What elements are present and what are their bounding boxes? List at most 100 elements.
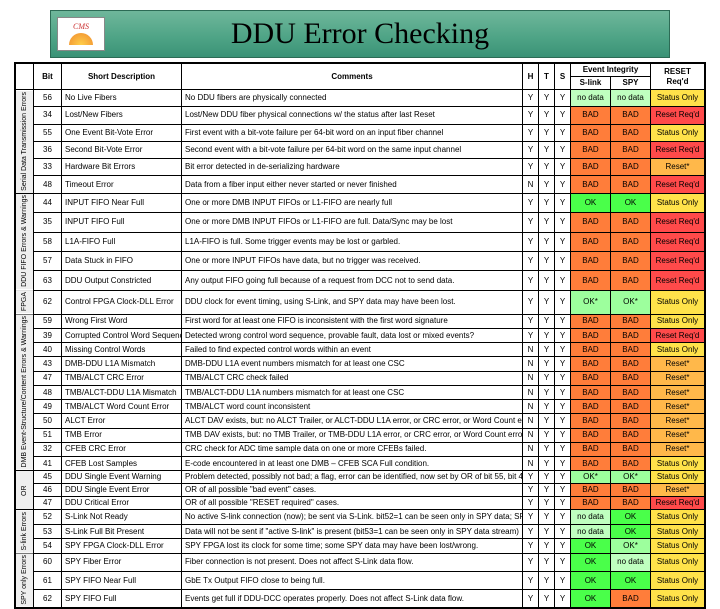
cell-s: Y xyxy=(554,414,570,428)
cell-t: Y xyxy=(538,159,554,176)
hdr-short: Short Description xyxy=(62,64,182,90)
hdr-reset: RESETReq'd xyxy=(651,64,705,90)
cell-s: Y xyxy=(554,357,570,371)
cell-s: Y xyxy=(554,471,570,484)
cell-event-integrity: BAD xyxy=(570,251,610,270)
cell-reset: Status Only xyxy=(651,343,705,357)
cell-t: Y xyxy=(538,107,554,124)
cell-h: Y xyxy=(522,251,538,270)
cell-short: TMB/ALCT Word Count Error xyxy=(62,400,182,414)
cell-spy: BAD xyxy=(610,357,650,371)
cell-h: Y xyxy=(522,497,538,510)
table-row: 55One Event Bit-Vote ErrorFirst event wi… xyxy=(16,124,705,141)
cell-reset: Reset Req'd xyxy=(651,251,705,270)
cell-bit: 54 xyxy=(34,539,62,554)
cell-short: INPUT FIFO Near Full xyxy=(62,193,182,212)
cms-logo: CMS xyxy=(57,17,105,51)
cell-s: Y xyxy=(554,539,570,554)
table-row: 49TMB/ALCT Word Count ErrorTMB/ALCT word… xyxy=(16,400,705,414)
cell-comment: Detected wrong control word sequence, pr… xyxy=(182,329,523,343)
cell-event-integrity: BAD xyxy=(570,271,610,290)
cell-event-integrity: OK xyxy=(570,539,610,554)
cell-comment: L1A-FIFO is full. Some trigger events ma… xyxy=(182,232,523,251)
cell-short: TMB Error xyxy=(62,428,182,442)
cell-short: DMB-DDU L1A Mismatch xyxy=(62,357,182,371)
cell-event-integrity: BAD xyxy=(570,329,610,343)
cell-comment: Bit error detected in de-serializing har… xyxy=(182,159,523,176)
cell-h: Y xyxy=(522,141,538,158)
cell-bit: 55 xyxy=(34,124,62,141)
cell-h: N xyxy=(522,371,538,385)
cell-short: INPUT FIFO Full xyxy=(62,213,182,232)
cell-event-integrity: OK xyxy=(570,553,610,571)
cell-spy: BAD xyxy=(610,176,650,193)
cell-comment: One or more DMB INPUT FIFOs or L1-FIFO a… xyxy=(182,213,523,232)
cell-h: N xyxy=(522,176,538,193)
cell-spy: BAD xyxy=(610,343,650,357)
cell-reset: Status Only xyxy=(651,90,705,107)
cell-comment: TMB/ALCT-DDU L1A numbers mismatch for at… xyxy=(182,385,523,399)
cell-s: Y xyxy=(554,90,570,107)
cell-reset: Reset* xyxy=(651,357,705,371)
cell-bit: 61 xyxy=(34,572,62,590)
cell-short: TMB/ALCT-DDU L1A Mismatch xyxy=(62,385,182,399)
row-group-label: SPY only Errors xyxy=(16,553,34,608)
cell-bit: 48 xyxy=(34,385,62,399)
cell-short: ALCT Error xyxy=(62,414,182,428)
cell-reset: Reset Req'd xyxy=(651,271,705,290)
cell-reset: Reset* xyxy=(651,159,705,176)
hdr-slink: S-link xyxy=(570,77,610,90)
cell-short: SPY FIFO Full xyxy=(62,590,182,608)
cell-h: Y xyxy=(522,329,538,343)
cell-spy: BAD xyxy=(610,141,650,158)
cell-bit: 43 xyxy=(34,357,62,371)
cell-bit: 47 xyxy=(34,497,62,510)
table-row: S-link Errors52S-Link Not ReadyNo active… xyxy=(16,510,705,525)
cell-event-integrity: BAD xyxy=(570,141,610,158)
table-row: 47TMB/ALCT CRC ErrorTMB/ALCT CRC check f… xyxy=(16,371,705,385)
cell-h: Y xyxy=(522,107,538,124)
cell-bit: 53 xyxy=(34,524,62,539)
cell-comment: DMB-DDU L1A event numbers mismatch for a… xyxy=(182,357,523,371)
cell-t: Y xyxy=(538,590,554,608)
cell-s: Y xyxy=(554,251,570,270)
cell-s: Y xyxy=(554,590,570,608)
cell-event-integrity: BAD xyxy=(570,497,610,510)
cell-h: Y xyxy=(522,90,538,107)
cell-t: Y xyxy=(538,141,554,158)
cell-h: Y xyxy=(522,590,538,608)
cell-comment: Problem detected, possibly not bad; a fl… xyxy=(182,471,523,484)
table-row: 58L1A-FIFO FullL1A-FIFO is full. Some tr… xyxy=(16,232,705,251)
cell-short: SPY Fiber Error xyxy=(62,553,182,571)
table-row: 54SPY FPGA Clock-DLL ErrorSPY FPGA lost … xyxy=(16,539,705,554)
cell-reset: Reset* xyxy=(651,484,705,497)
cell-s: Y xyxy=(554,314,570,328)
cell-comment: Fiber connection is not present. Does no… xyxy=(182,553,523,571)
cell-comment: One or more DMB INPUT FIFOs or L1-FIFO a… xyxy=(182,193,523,212)
cell-event-integrity: BAD xyxy=(570,124,610,141)
cell-event-integrity: BAD xyxy=(570,176,610,193)
cell-comment: Events get full if DDU-DCC operates prop… xyxy=(182,590,523,608)
cell-spy: BAD xyxy=(610,497,650,510)
cell-t: Y xyxy=(538,124,554,141)
table-row: 61SPY FIFO Near FullGbE Tx Output FIFO c… xyxy=(16,572,705,590)
row-group-label: OR xyxy=(16,471,34,510)
cell-spy: BAD xyxy=(610,385,650,399)
hdr-spy: SPY xyxy=(610,77,650,90)
cell-short: CFEB CRC Error xyxy=(62,442,182,456)
cell-comment: CRC check for ADC time sample data on on… xyxy=(182,442,523,456)
cell-short: S-Link Not Ready xyxy=(62,510,182,525)
cell-spy: BAD xyxy=(610,371,650,385)
cell-reset: Status Only xyxy=(651,524,705,539)
cell-spy: OK xyxy=(610,510,650,525)
cell-reset: Status Only xyxy=(651,314,705,328)
cell-short: SPY FPGA Clock-DLL Error xyxy=(62,539,182,554)
table-row: 48TMB/ALCT-DDU L1A MismatchTMB/ALCT-DDU … xyxy=(16,385,705,399)
cell-spy: BAD xyxy=(610,314,650,328)
cell-reset: Status Only xyxy=(651,471,705,484)
cell-reset: Status Only xyxy=(651,590,705,608)
cell-comment: GbE Tx Output FIFO close to being full. xyxy=(182,572,523,590)
cell-reset: Status Only xyxy=(651,193,705,212)
table-row: 63DDU Output ConstrictedAny output FIFO … xyxy=(16,271,705,290)
cell-t: Y xyxy=(538,539,554,554)
